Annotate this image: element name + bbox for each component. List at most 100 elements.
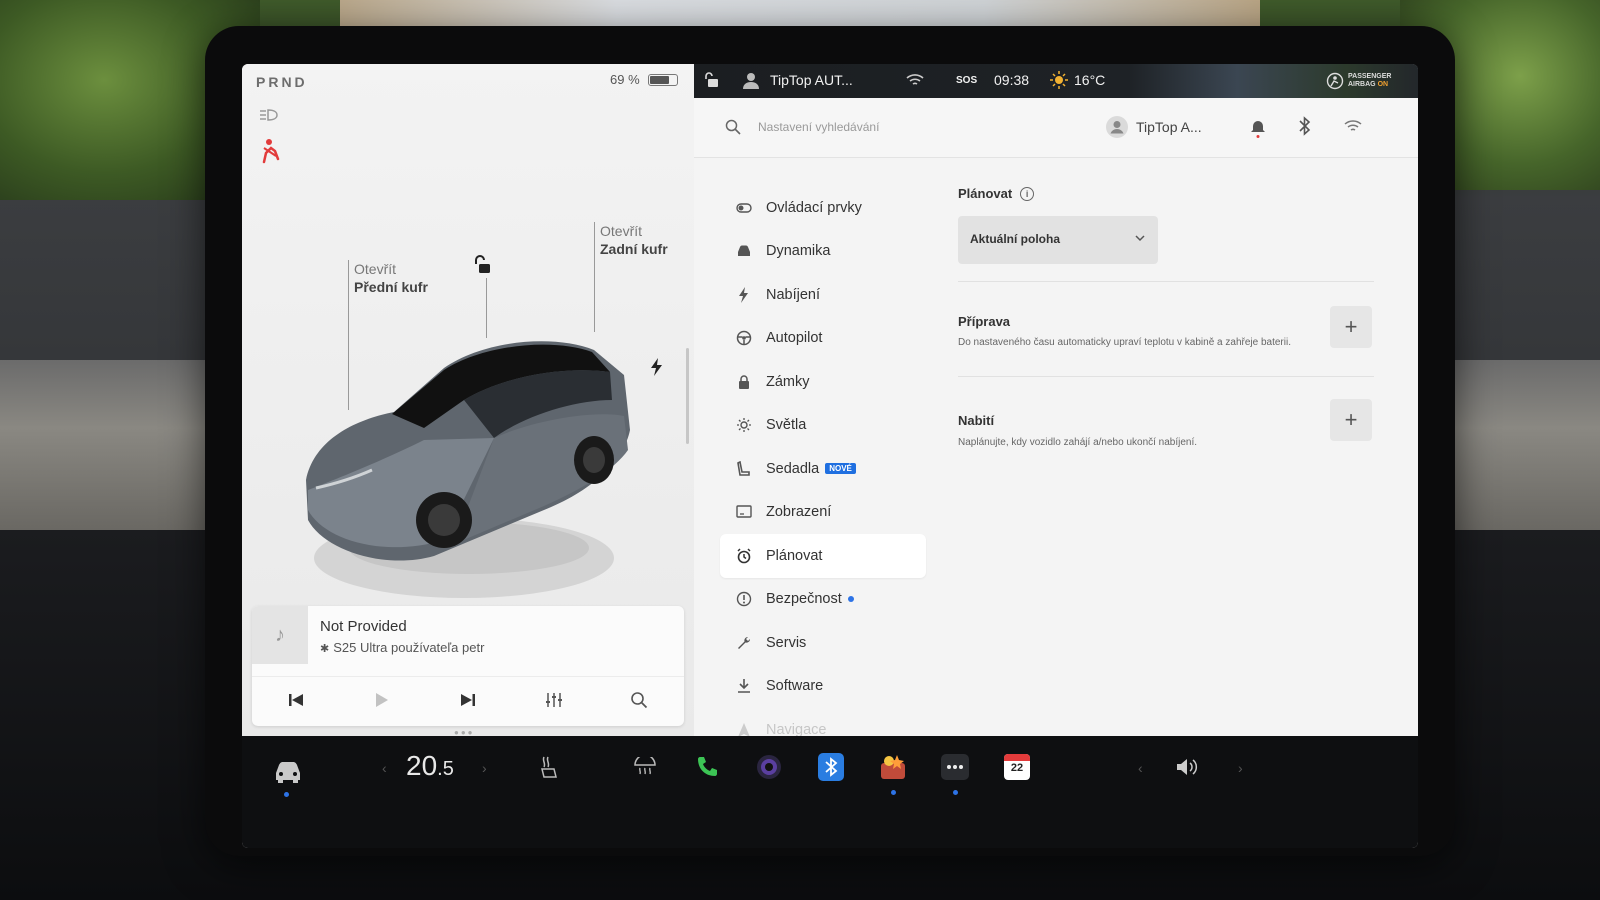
temp-down-chevron-icon[interactable]: ‹	[382, 760, 387, 776]
car-panel-scrollbar[interactable]	[686, 348, 689, 444]
profile-name[interactable]: TipTop AUT...	[770, 72, 853, 88]
frunk-action: Otevřít	[354, 261, 397, 277]
sidebar-item[interactable]: Autopilot	[720, 317, 926, 361]
wifi-icon[interactable]	[1344, 118, 1362, 134]
user-profile-name[interactable]: TipTop A...	[1136, 119, 1202, 135]
schedule-content: Plánovat i Aktuální poloha Příprava Do n…	[958, 186, 1378, 448]
sidebar-item[interactable]: Plánovat	[720, 534, 926, 578]
volume-up-chevron-icon[interactable]: ›	[1238, 760, 1243, 776]
seatbelt-warning-icon	[260, 138, 282, 164]
open-frunk-button[interactable]: Otevřít Přední kufr	[354, 260, 428, 296]
phone-icon[interactable]	[692, 752, 722, 782]
temp-up-chevron-icon[interactable]: ›	[482, 760, 487, 776]
settings-nav: Ovládací prvky Dynamika Nabíjení Autopilot Z…	[720, 186, 926, 752]
calendar-day: 22	[1010, 762, 1024, 774]
car-panel: PRND 69 % Otevřít Přední kufr Otevřít Za…	[242, 64, 694, 737]
notification-dot	[847, 596, 854, 603]
download-icon	[736, 678, 752, 694]
alert-icon	[736, 591, 752, 607]
active-dot	[284, 792, 289, 797]
sidebar-item[interactable]: Dynamika	[720, 230, 926, 274]
display-icon	[736, 504, 752, 520]
plus-icon: +	[1344, 407, 1358, 432]
camera-icon[interactable]	[754, 752, 784, 782]
passenger-airbag-indicator: PASSENGER AIRBAG ON	[1326, 68, 1406, 94]
previous-track-icon[interactable]	[285, 689, 307, 711]
next-track-icon[interactable]	[457, 689, 479, 711]
calendar-icon[interactable]: 22	[1002, 752, 1032, 782]
wifi-status-icon[interactable]	[906, 73, 924, 90]
rear-defrost-icon[interactable]	[630, 752, 660, 782]
trunk-label: Zadní kufr	[600, 241, 668, 257]
bolt-icon	[736, 286, 752, 303]
volume-icon[interactable]	[1172, 752, 1202, 782]
sidebar-item[interactable]: Software	[720, 665, 926, 709]
charge-port-icon[interactable]	[650, 358, 664, 376]
seat-heater-icon[interactable]	[534, 752, 564, 782]
add-charge-schedule-button[interactable]: +	[1330, 399, 1372, 441]
sidebar-item[interactable]: Zámky	[720, 360, 926, 404]
media-player[interactable]: ♪ Not Provided ✱ S25 Ultra používateľa pe…	[252, 606, 684, 726]
media-controls	[252, 676, 684, 722]
sidebar-item-label: Zobrazení	[766, 504, 832, 521]
bluetooth-app-icon[interactable]	[816, 752, 846, 782]
profile-icon[interactable]	[742, 71, 760, 92]
sidebar-item[interactable]: Ovládací prvky	[720, 186, 926, 230]
notification-bell-icon[interactable]	[1250, 118, 1266, 138]
user-avatar-icon[interactable]	[1106, 116, 1128, 138]
cabin-temp-main: 20	[406, 750, 438, 781]
sun-weather-icon	[1050, 71, 1068, 92]
unlocked-status-icon[interactable]	[704, 71, 720, 92]
info-icon[interactable]: i	[1020, 186, 1035, 201]
more-apps-icon[interactable]	[940, 752, 970, 782]
play-icon[interactable]	[371, 689, 393, 711]
sidebar-item[interactable]: Světla	[720, 404, 926, 448]
equalizer-icon[interactable]	[543, 689, 565, 711]
media-search-icon[interactable]	[628, 689, 650, 711]
sidebar-item-label: Zámky	[766, 373, 810, 390]
sidebar-item-label: Software	[766, 678, 824, 695]
divider	[958, 376, 1374, 377]
sidebar-item-label: Autopilot	[766, 330, 823, 347]
schedule-heading: Plánovat i	[958, 186, 1378, 201]
sun-icon	[736, 417, 752, 433]
unlock-icon[interactable]	[472, 254, 494, 276]
outside-temperature: 16°C	[1074, 72, 1106, 88]
airbag-line1: PASSENGER	[1348, 73, 1392, 80]
steering-wheel-icon	[736, 330, 752, 346]
search-icon[interactable]	[724, 118, 742, 136]
cabin-temperature[interactable]: 20.5	[406, 750, 454, 782]
gear-indicator: PRND	[256, 74, 308, 90]
status-bar: TipTop AUT... SOS 09:38 16°C PASSENGER A…	[694, 64, 1418, 98]
clock: 09:38	[994, 72, 1030, 88]
sos-indicator[interactable]: SOS	[956, 75, 977, 86]
frunk-label: Přední kufr	[354, 279, 428, 295]
chevron-down-icon	[1135, 235, 1145, 242]
battery-percent: 69 %	[610, 72, 640, 87]
battery-indicator: 69 %	[610, 72, 678, 87]
sidebar-item-label: Servis	[766, 634, 807, 651]
bluetooth-icon[interactable]	[1298, 116, 1312, 136]
settings-panel: Nastavení vyhledávání TipTop A... Ovláda…	[694, 98, 1418, 738]
location-dropdown[interactable]: Aktuální poloha	[958, 216, 1158, 264]
toybox-icon[interactable]	[878, 752, 908, 782]
volume-down-chevron-icon[interactable]: ‹	[1138, 760, 1143, 776]
sidebar-item[interactable]: Bezpečnost	[720, 578, 926, 622]
battery-icon	[647, 73, 678, 86]
open-trunk-button[interactable]: Otevřít Zadní kufr	[600, 222, 668, 258]
touchscreen: PRND 69 % Otevřít Přední kufr Otevřít Za…	[242, 64, 1418, 848]
settings-search-input[interactable]: Nastavení vyhledávání	[758, 120, 879, 134]
sidebar-item-label: Ovládací prvky	[766, 199, 862, 216]
toggle-icon	[736, 200, 752, 216]
sidebar-item[interactable]: Zobrazení	[720, 491, 926, 535]
preparation-title: Příprava	[958, 314, 1011, 329]
add-preparation-button[interactable]: +	[1330, 306, 1372, 348]
car-controls-icon[interactable]	[270, 756, 306, 786]
sidebar-item[interactable]: Nabíjení	[720, 273, 926, 317]
active-dot	[953, 790, 958, 795]
sidebar-item[interactable]: Sedadla NOVÉ	[720, 447, 926, 491]
preparation-description: Do nastaveného času automaticky upraví t…	[958, 337, 1291, 348]
new-badge: NOVÉ	[825, 463, 856, 475]
music-note-icon: ♪	[252, 606, 308, 664]
sidebar-item[interactable]: Servis	[720, 621, 926, 665]
